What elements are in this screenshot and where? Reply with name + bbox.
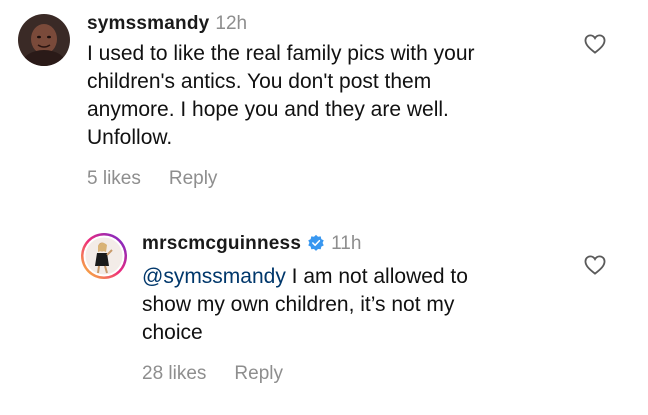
- comment-header: mrscmcguinness 11h: [142, 232, 572, 259]
- comment-text: @symssmandy I am not allowed to show my …: [142, 263, 572, 347]
- comment-text-line: show my own children, it’s not my: [142, 293, 455, 316]
- comment-item: symssmandy 12h I used to like the real fa…: [0, 0, 648, 200]
- comment-text-line: I used to like the real family pics with…: [87, 42, 475, 65]
- mention-link[interactable]: @symssmandy: [142, 265, 286, 288]
- avatar[interactable]: [80, 232, 128, 280]
- heart-outline-icon: [584, 34, 606, 54]
- comment-text-line: choice: [142, 321, 203, 344]
- profile-photo-icon: [18, 14, 70, 66]
- verified-badge-icon: [307, 234, 325, 259]
- reply-comment-item: mrscmcguinness 11h @symssmandy I am not a…: [0, 220, 648, 415]
- comment-body: mrscmcguinness 11h @symssmandy I am not a…: [142, 232, 572, 385]
- comment-actions: 5 likes Reply: [87, 168, 567, 190]
- comment-text-line: @symssmandy I am not allowed to: [142, 263, 572, 291]
- likes-count-button[interactable]: 5 likes: [87, 168, 141, 190]
- like-button[interactable]: [584, 255, 606, 275]
- reply-button[interactable]: Reply: [169, 168, 218, 190]
- timestamp: 12h: [215, 13, 248, 34]
- comment-text-line: children's antics. You don't post them: [87, 70, 432, 93]
- comment-text-line: anymore. I hope you and they are well.: [87, 98, 449, 121]
- heart-outline-icon: [584, 255, 606, 275]
- username[interactable]: symssmandy: [87, 13, 209, 34]
- avatar[interactable]: [18, 14, 70, 66]
- comment-actions: 28 likes Reply: [142, 363, 572, 385]
- username[interactable]: mrscmcguinness: [142, 233, 301, 254]
- likes-count-button[interactable]: 28 likes: [142, 363, 206, 385]
- comment-header: symssmandy 12h: [87, 12, 567, 36]
- comment-text-fragment: I am not allowed to: [285, 265, 468, 288]
- comment-body: symssmandy 12h I used to like the real fa…: [87, 12, 567, 190]
- like-button[interactable]: [584, 34, 606, 54]
- comment-text-line: Unfollow.: [87, 126, 173, 149]
- timestamp: 11h: [331, 233, 362, 254]
- story-ring-profile-photo-icon: [81, 233, 127, 279]
- comment-text: I used to like the real family pics with…: [87, 40, 567, 152]
- reply-button[interactable]: Reply: [234, 363, 283, 385]
